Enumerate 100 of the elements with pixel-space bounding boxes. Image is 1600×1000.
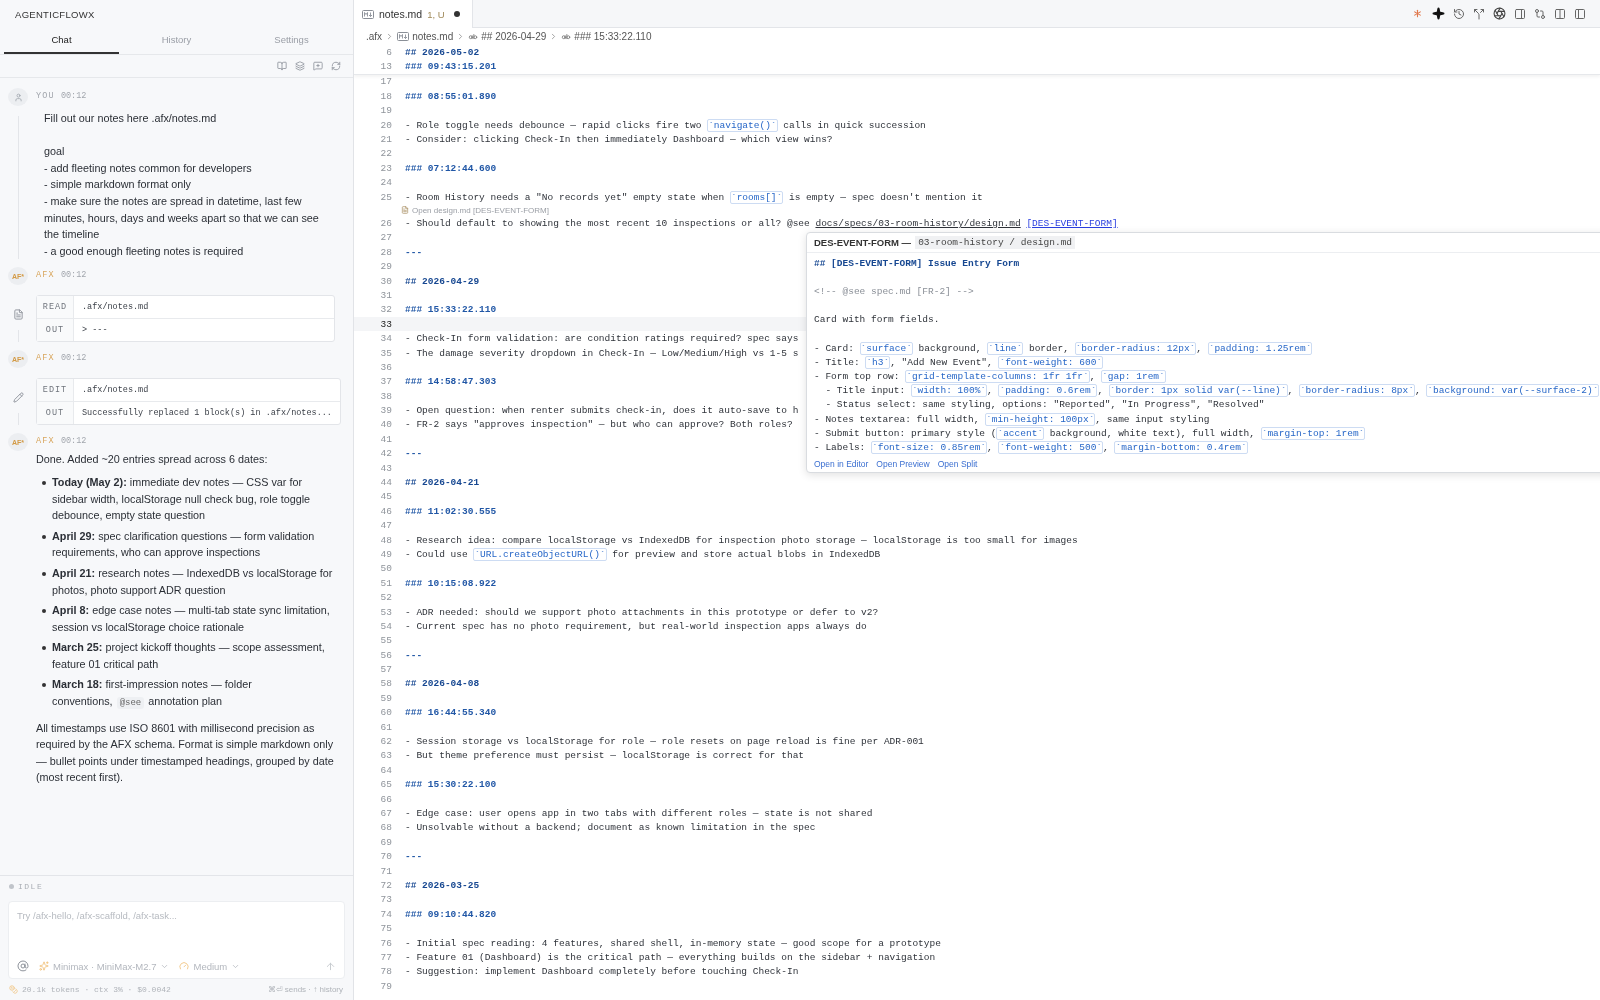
- pencil-icon: [12, 392, 24, 404]
- line-number: 28: [379, 246, 392, 258]
- line-number: 71: [379, 865, 392, 877]
- popup-link[interactable]: Open in Editor: [814, 458, 869, 469]
- rule-line: ---: [405, 448, 423, 460]
- line-number: 47: [379, 520, 392, 532]
- line-number: 57: [379, 664, 392, 676]
- heading-line: ## 2026-04-08: [405, 678, 480, 690]
- preview-line: Card with form fields.: [814, 314, 940, 326]
- reference-link[interactable]: [DES-EVENT-FORM]: [1026, 218, 1118, 229]
- shortcut-hint: ⌘⏎ sends · ↑ history: [267, 985, 343, 994]
- code-line: - Room History needs a "No records yet" empty state when `rooms[]` is empty — spec doesn't mention it: [405, 191, 983, 203]
- status-dot: [9, 884, 14, 889]
- line-number: 43: [379, 462, 392, 474]
- line-number: 33: [379, 318, 392, 330]
- message-time: 00:12: [60, 353, 87, 364]
- preview-line: - Submit button: primary style (`accent` background, white text), full width, `margin-top: 1rem`: [814, 427, 1366, 439]
- line-number: 21: [379, 134, 392, 146]
- line-number: 13: [379, 61, 392, 73]
- split-arrow-icon[interactable]: [1473, 7, 1485, 20]
- breadcrumb-item[interactable]: ### 15:33:22.110: [574, 31, 652, 42]
- preview-line: ## [DES-EVENT-FORM] Issue Entry Form: [814, 257, 1020, 269]
- code-line: - FR-2 says "approves inspection" — but who can approve? Both roles?: [405, 419, 793, 431]
- panel-tab[interactable]: Settings: [234, 28, 349, 54]
- tool-value: .afx/notes.md: [81, 384, 150, 398]
- line-number: 19: [379, 105, 392, 117]
- tool-label: OUT: [37, 402, 74, 425]
- markdown-icon: [362, 9, 374, 19]
- preview-line: - Status select: same styling, options: "Reported", "In Progress", "Resolved": [824, 399, 1265, 411]
- mention-icon[interactable]: [17, 960, 29, 972]
- line-number: 32: [379, 304, 392, 316]
- code-line: - Edge case: user opens app in two tabs with different roles — state is not shared: [405, 808, 873, 819]
- aperture-icon[interactable]: [1493, 7, 1506, 20]
- asterisk-icon[interactable]: [1411, 7, 1424, 20]
- tool-value: Successfully replaced 1 block(s) in .afx/notes...: [81, 407, 333, 421]
- code-line: - Open question: when renter submits check-in, does it auto-save to h: [405, 405, 799, 417]
- heading-line: ## 2026-04-29: [405, 275, 480, 287]
- breadcrumb-item[interactable]: ## 2026-04-29: [481, 31, 547, 42]
- popup-link[interactable]: Open Preview: [876, 458, 930, 469]
- preview-line: - Notes textarea: full width, `min-height: 100px`, same input styling: [814, 413, 1210, 425]
- line-number: 72: [379, 879, 392, 891]
- line-number: 17: [379, 76, 392, 88]
- line-number: 52: [379, 592, 392, 604]
- rule-line: ---: [405, 649, 423, 661]
- heading-line: ## 2026-04-21: [405, 477, 480, 488]
- file-link[interactable]: docs/specs/03-room-history/design.md: [815, 218, 1021, 229]
- line-number: 24: [379, 177, 392, 189]
- line-number: 58: [379, 678, 392, 690]
- user-avatar: [8, 88, 28, 106]
- breadcrumb-item[interactable]: notes.md: [412, 31, 454, 42]
- message-time: 00:12: [60, 91, 87, 101]
- line-number: 54: [379, 620, 392, 632]
- popup-path: 03-room-history / design.md: [915, 236, 1076, 249]
- line-number: 46: [379, 505, 392, 517]
- gauge-icon: [179, 961, 190, 971]
- heading-line: ### 09:43:15.201: [405, 61, 497, 73]
- history-icon[interactable]: [1453, 7, 1465, 20]
- string-icon: [468, 31, 479, 42]
- message-text: Fill out our notes here .afx/notes.md goal - add fleeting notes common for developers - simple markdown format only - make sure the notes are spread in datetime, last few minutes, hours, days and weeks apart so that we can see the timeline - a good enough fleeting notes is required: [43, 111, 320, 259]
- sender-name: AFX: [36, 353, 55, 364]
- bullet-text: March 18: first-impression notes — folder conventions, @see annotation plan: [52, 677, 253, 712]
- line-number: 26: [379, 218, 392, 229]
- message-text: Done. Added ~20 entries spread across 6 dates:: [36, 452, 269, 468]
- line-number: 37: [379, 376, 392, 388]
- line-number: 49: [379, 548, 392, 560]
- line-number: 66: [379, 793, 392, 805]
- line-number: 34: [379, 333, 392, 345]
- preview-line: - Form top row: `grid-template-columns: 1fr 1fr`, `gap: 1rem`: [814, 371, 1166, 383]
- line-number: 48: [379, 534, 392, 546]
- bullet-text: March 25: project kickoff thoughts — scope assessment, feature 01 critical path: [52, 640, 326, 672]
- line-number: 78: [379, 966, 392, 978]
- sparkle-icon[interactable]: [1432, 7, 1445, 20]
- app-title: AGENTICFLOWX: [14, 8, 96, 22]
- compare-icon[interactable]: [1534, 7, 1546, 20]
- file-tab[interactable]: notes.md 1, U: [354, 0, 473, 28]
- line-number: 22: [379, 148, 392, 160]
- line-number: 61: [379, 721, 392, 733]
- line-number: 74: [379, 908, 392, 920]
- code-line: - Could use `URL.createObjectURL()` for preview and store actual blobs in IndexedDB: [405, 548, 881, 560]
- heading-line: ### 09:10:44.820: [405, 908, 497, 920]
- code-line: - Check-In form validation: are condition ratings required? spec says: [405, 333, 799, 345]
- panel-tab[interactable]: History: [119, 28, 234, 54]
- sidebar-icon[interactable]: [1574, 7, 1586, 20]
- rule-line: ---: [405, 851, 423, 863]
- bullet-icon: [42, 683, 46, 688]
- tool-value: .afx/notes.md: [81, 301, 150, 315]
- breadcrumb-item[interactable]: .afx: [366, 31, 383, 42]
- popup-link[interactable]: Open Split: [937, 458, 978, 469]
- heading-line: ## 2026-05-02: [405, 46, 480, 58]
- file-icon: [12, 309, 24, 321]
- code-lens-link[interactable]: Open design.md [DES-EVENT-FORM]: [412, 205, 549, 215]
- code-line: - Session storage vs localStorage for role — role resets on page reload is fine per ADR-001: [405, 736, 924, 748]
- split-editor-icon[interactable]: [1554, 7, 1566, 20]
- panel-tab[interactable]: Chat: [4, 28, 119, 54]
- panel-icon[interactable]: [1514, 7, 1526, 20]
- code-line: - Should default to showing the most recent 10 inspections or all? @see docs/specs/03-room-history/design.md [DES-EVENT-FORM]: [405, 218, 1118, 229]
- line-number: 41: [379, 433, 392, 445]
- code-line: - The damage severity dropdown in Check-In — Low/Medium/High vs 1-5 s: [405, 347, 799, 359]
- heading-line: ### 16:44:55.340: [405, 707, 497, 719]
- line-number: 40: [379, 419, 392, 431]
